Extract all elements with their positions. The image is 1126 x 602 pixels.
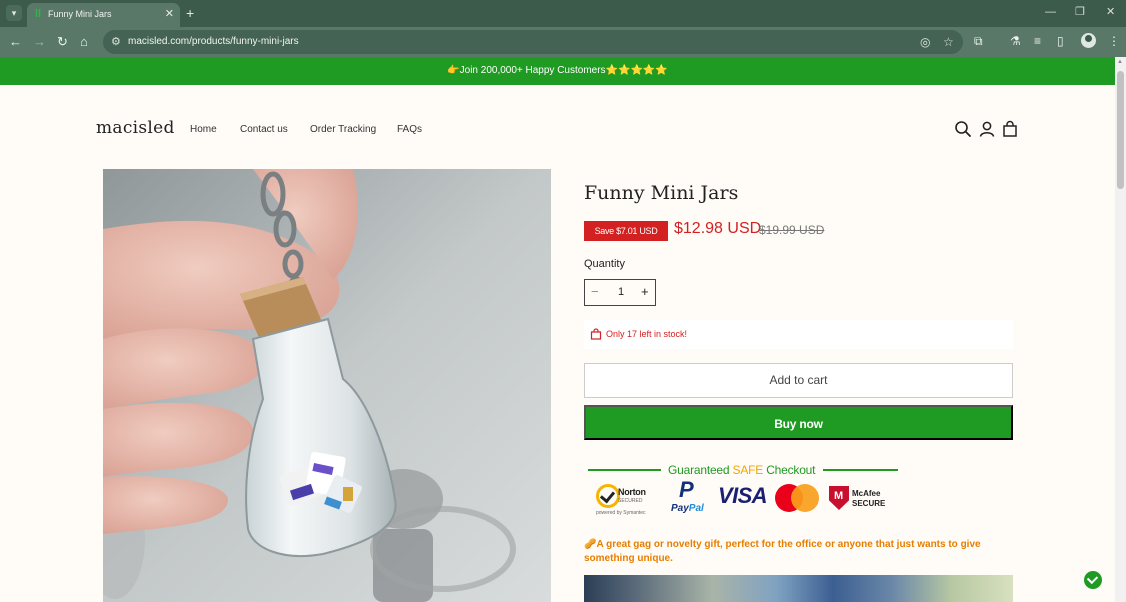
trust-title-prefix: Guaranteed xyxy=(668,463,733,477)
cart-icon[interactable] xyxy=(1001,120,1019,138)
browser-tab[interactable]: ll Funny Mini Jars ✕ xyxy=(27,3,180,27)
minimize-icon[interactable]: — xyxy=(1045,5,1056,19)
browser-tab-bar: ▾ ll Funny Mini Jars ✕ + — ❐ ✕ xyxy=(0,0,1126,27)
macisled-favicon-icon: ll xyxy=(35,8,42,20)
eye-off-icon[interactable]: ◎ xyxy=(920,34,930,50)
mcafee-label-1: McAfee xyxy=(852,489,881,498)
nav-home[interactable]: Home xyxy=(190,124,217,135)
product-image[interactable] xyxy=(103,169,551,602)
buy-now-button[interactable]: Buy now xyxy=(584,405,1013,440)
mcafee-m: M xyxy=(834,490,844,502)
paypal-pay: Pay xyxy=(671,503,689,514)
scroll-up-icon[interactable]: ▲ xyxy=(1117,59,1123,65)
home-icon[interactable]: ⌂ xyxy=(80,34,88,50)
new-tab-icon[interactable]: + xyxy=(186,5,194,21)
labs-icon[interactable]: ⚗ xyxy=(1010,33,1021,49)
mcafee-label: McAfee SECURE xyxy=(852,489,885,509)
compare-price: $19.99 USD xyxy=(759,223,825,237)
paypal-icon: P xyxy=(679,477,694,502)
save-badge: Save $7.01 USD xyxy=(584,221,668,241)
restore-icon[interactable]: ❐ xyxy=(1075,5,1085,19)
page-scrollbar[interactable]: ▲ xyxy=(1115,57,1126,602)
extensions-icon[interactable]: ⧉ xyxy=(974,33,983,49)
tab-list-icon[interactable]: ▾ xyxy=(6,5,22,21)
tab-title: Funny Mini Jars xyxy=(48,9,112,19)
chat-widget-icon[interactable] xyxy=(1084,571,1102,589)
address-bar[interactable]: ⚙ macisled.com/products/funny-mini-jars … xyxy=(103,30,963,54)
menu-icon[interactable]: ⋮ xyxy=(1108,33,1120,49)
back-icon[interactable]: ← xyxy=(9,34,22,50)
star-icon[interactable]: ☆ xyxy=(943,34,954,50)
stock-text: Only 17 left in stock! xyxy=(606,329,688,339)
close-tab-icon[interactable]: ✕ xyxy=(165,7,174,21)
search-icon[interactable] xyxy=(954,120,972,138)
trust-divider-right xyxy=(823,469,898,471)
profile-icon[interactable] xyxy=(1081,33,1096,48)
product-description: 🥜A great gag or novelty gift, perfect fo… xyxy=(584,539,981,564)
norton-powered-by: powered by Symantec xyxy=(596,510,646,516)
trust-title-suffix: Checkout xyxy=(763,463,816,477)
stock-notice: Only 17 left in stock! xyxy=(584,320,1013,349)
paypal-label: PayPal xyxy=(671,503,704,514)
nav-order-tracking[interactable]: Order Tracking xyxy=(310,124,376,135)
quantity-label: Quantity xyxy=(584,258,625,270)
norton-secured-label: SECURED xyxy=(618,498,643,504)
add-to-cart-button[interactable]: Add to cart xyxy=(584,363,1013,398)
account-icon[interactable] xyxy=(978,120,996,138)
trust-divider-left xyxy=(588,469,661,471)
site-info-icon[interactable]: ⚙ xyxy=(111,35,121,48)
forward-icon[interactable]: → xyxy=(33,34,46,50)
scrollbar-thumb[interactable] xyxy=(1117,71,1124,189)
quantity-stepper: − 1 + xyxy=(584,279,656,306)
product-photo-illustration xyxy=(103,169,551,602)
close-window-icon[interactable]: ✕ xyxy=(1106,5,1115,19)
trust-title: Guaranteed SAFE Checkout xyxy=(668,463,815,477)
media-icon[interactable]: ≡ xyxy=(1034,33,1041,49)
nav-contact-us[interactable]: Contact us xyxy=(240,124,288,135)
product-secondary-image[interactable] xyxy=(584,575,1013,602)
sidebar-icon[interactable]: ▯ xyxy=(1057,33,1064,49)
reload-icon[interactable]: ↻ xyxy=(57,34,68,50)
announcement-text: 👉Join 200,000+ Happy Customers⭐⭐⭐⭐⭐ xyxy=(447,65,668,76)
announcement-bar: 👉Join 200,000+ Happy Customers⭐⭐⭐⭐⭐ xyxy=(0,57,1115,85)
trust-title-safe: SAFE xyxy=(732,463,764,477)
bag-icon xyxy=(590,328,602,340)
norton-label: Norton xyxy=(618,487,646,497)
visa-logo: VISA xyxy=(718,483,768,508)
url-text[interactable]: macisled.com/products/funny-mini-jars xyxy=(128,36,299,47)
sale-price: $12.98 USD xyxy=(674,220,762,237)
quantity-plus-button[interactable]: + xyxy=(641,284,649,300)
paypal-pal: Pal xyxy=(688,503,704,514)
norton-check-icon xyxy=(596,484,620,508)
mcafee-label-2: SECURE xyxy=(852,499,886,508)
browser-toolbar: ← → ↻ ⌂ ⚙ macisled.com/products/funny-mi… xyxy=(0,27,1126,57)
product-title: Funny Mini Jars xyxy=(584,182,739,204)
mastercard-icon-overlap xyxy=(791,484,819,512)
nav-faqs[interactable]: FAQs xyxy=(397,124,422,135)
site-logo[interactable]: macisled xyxy=(96,118,175,138)
